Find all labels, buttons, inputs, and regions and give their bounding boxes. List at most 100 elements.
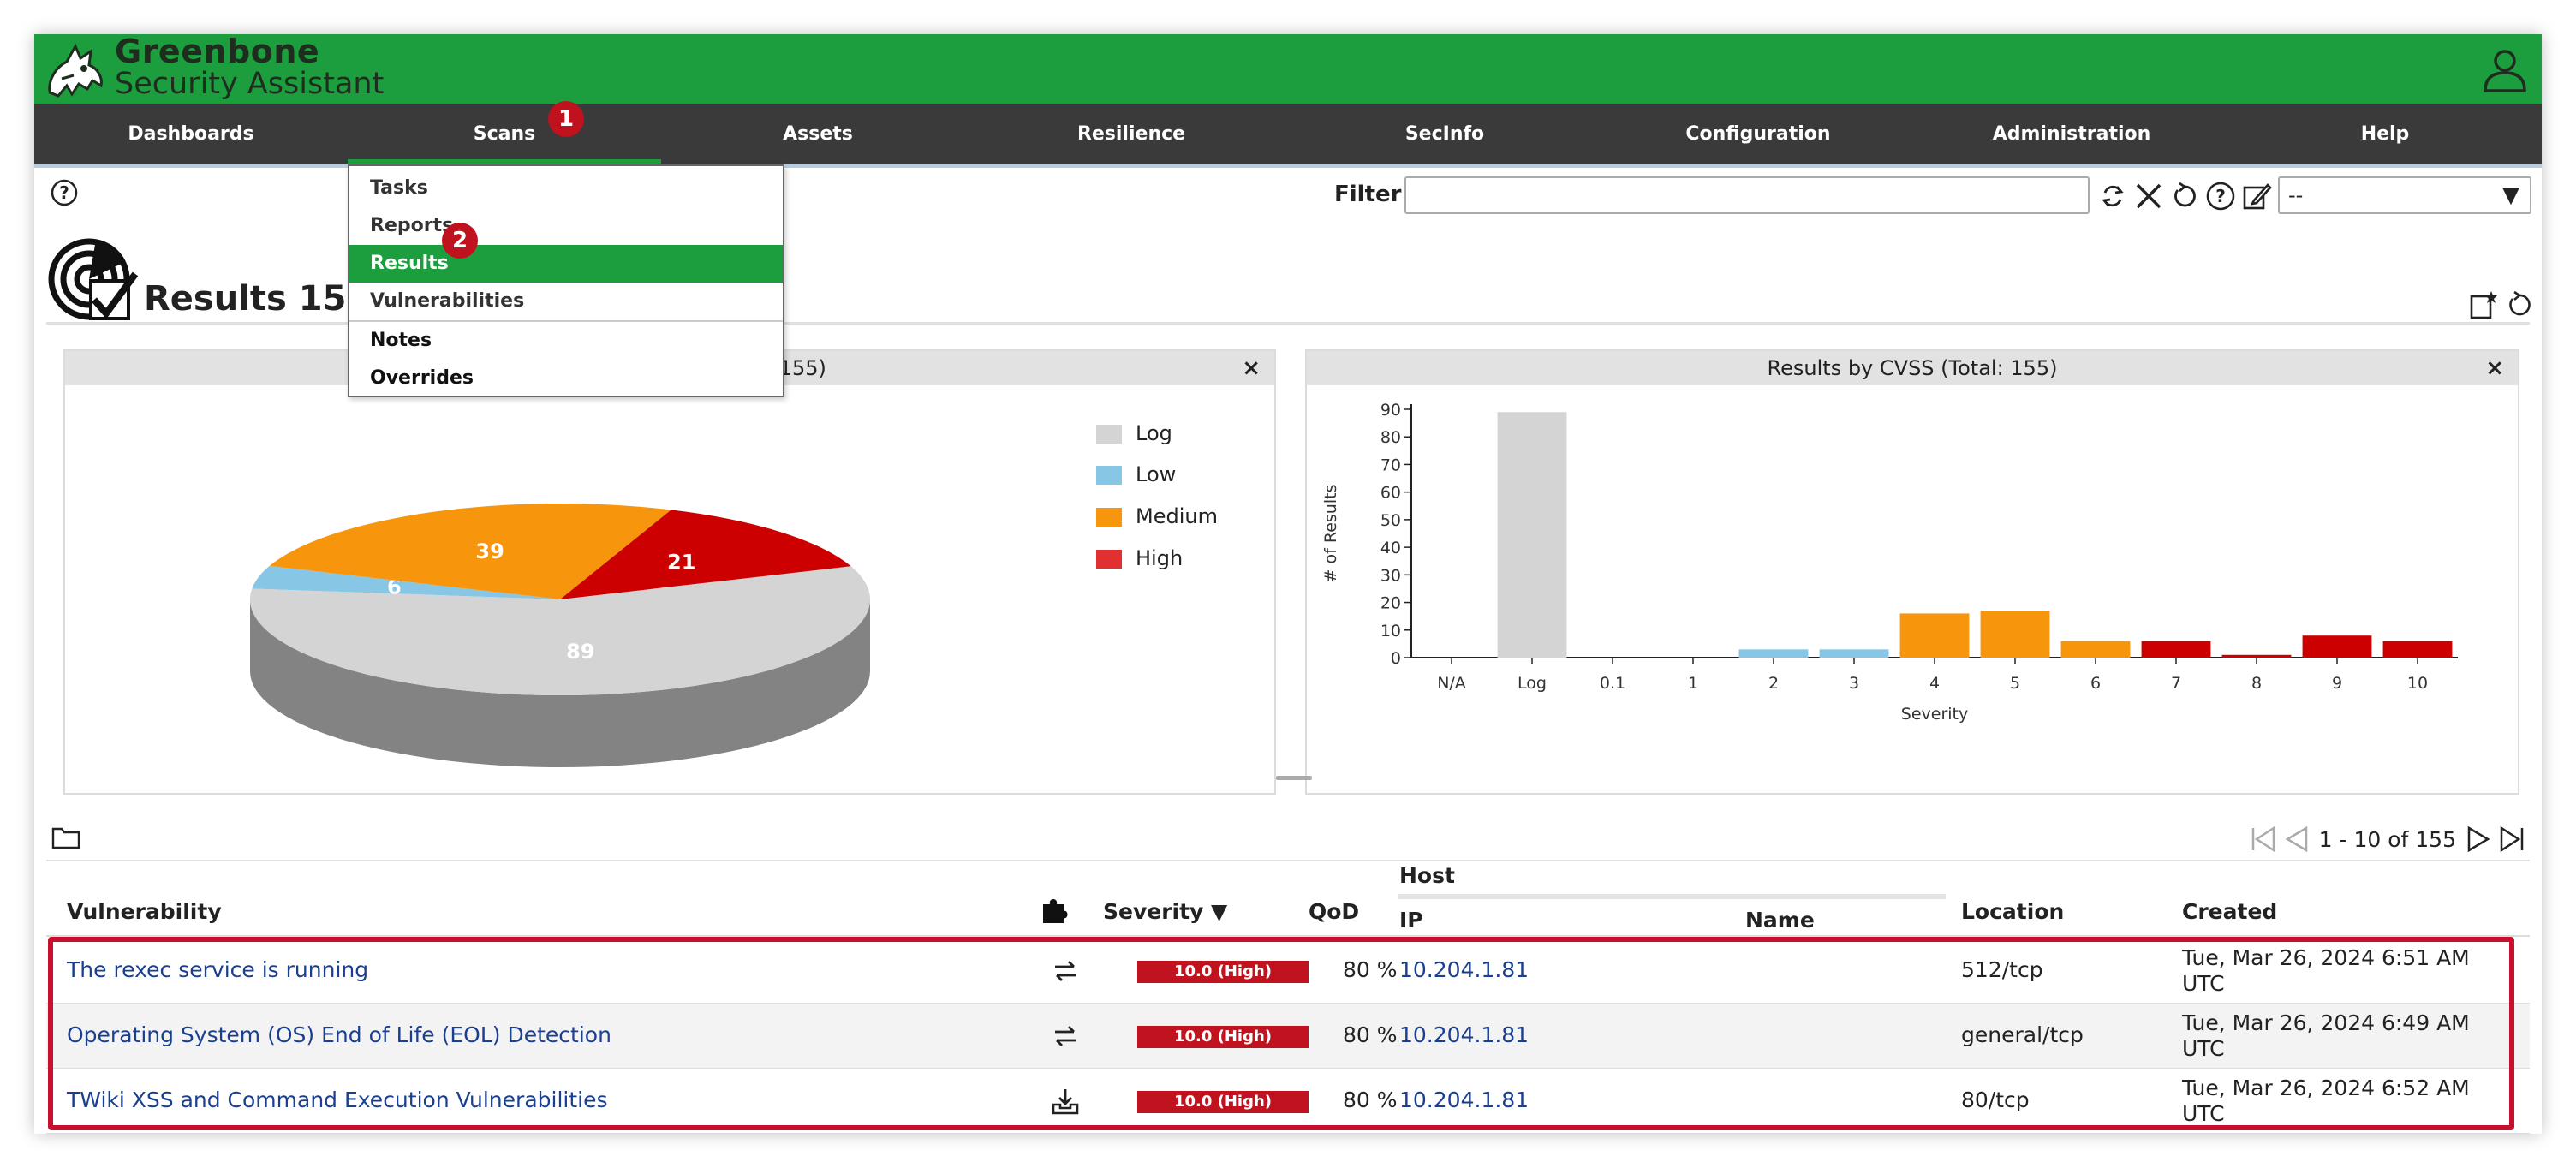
filter-input[interactable] <box>1404 176 2090 214</box>
solution-type-puzzle-icon <box>1043 899 1068 923</box>
legend-swatch-high <box>1096 550 1122 569</box>
col-ip[interactable]: IP <box>1399 908 1423 933</box>
reset-dashboard-icon[interactable] <box>2504 289 2535 320</box>
x-axis-label: Severity <box>1901 705 1968 724</box>
table-top-divider <box>46 860 2530 861</box>
menu-item-vulnerabilities[interactable]: Vulnerabilities <box>349 283 783 320</box>
svg-text:?: ? <box>2215 186 2226 206</box>
nav-resilience[interactable]: Resilience <box>975 104 1288 164</box>
col-severity[interactable]: Severity ▼ <box>1103 899 1227 924</box>
previous-page-icon[interactable] <box>2282 825 2311 854</box>
nav-dashboards[interactable]: Dashboards <box>34 104 348 164</box>
nav-configuration[interactable]: Configuration <box>1601 104 1915 164</box>
brand-line-1: Greenbone <box>115 34 320 70</box>
bar-6[interactable] <box>2060 641 2131 658</box>
filter-select[interactable]: -- ▼ <box>2278 176 2531 214</box>
col-qod[interactable]: QoD <box>1309 899 1359 924</box>
nav-secinfo[interactable]: SecInfo <box>1288 104 1601 164</box>
nav-administration[interactable]: Administration <box>1915 104 2228 164</box>
y-tick-label: 20 <box>1380 594 1401 613</box>
svg-text:?: ? <box>59 182 69 203</box>
y-tick-label: 50 <box>1380 511 1401 530</box>
folder-icon[interactable] <box>51 824 80 849</box>
nav-scans[interactable]: Scans <box>348 104 661 164</box>
menu-item-reports[interactable]: Reports <box>349 207 783 245</box>
bar-chart-plot: 0 10 20 30 40 50 60 70 80 90 N/A Log 0.1 1 2 3 4 5 6 7 8 9 10 S… <box>1321 401 2458 724</box>
scans-dropdown-menu: Tasks Reports Results Vulnerabilities No… <box>348 164 784 397</box>
first-page-icon[interactable] <box>2248 825 2277 854</box>
close-panel-icon[interactable]: × <box>2485 351 2504 385</box>
legend-label: High <box>1136 546 1184 570</box>
reset-filter-icon[interactable] <box>2168 180 2201 212</box>
panel-header: Results by CVSS (Total: 155) × <box>1307 351 2518 385</box>
bar-8[interactable] <box>2221 654 2292 658</box>
y-tick-label: 70 <box>1380 456 1401 474</box>
brand-title: Greenbone Security Assistant <box>115 34 384 99</box>
bar-2[interactable] <box>1738 649 1809 658</box>
x-tick-label: 4 <box>1929 674 1940 693</box>
x-tick-label: 5 <box>2010 674 2020 693</box>
x-tick-label: 9 <box>2332 674 2342 693</box>
bar-10[interactable] <box>2382 641 2453 658</box>
legend-label: Log <box>1136 421 1172 445</box>
app-window: Greenbone Security Assistant Dashboards … <box>34 34 2542 1134</box>
results-radar-icon <box>48 238 139 320</box>
greenbone-dragon-logo-icon[interactable] <box>41 36 115 103</box>
legend-swatch-medium <box>1096 508 1122 527</box>
legend-low: Low <box>1096 462 1176 486</box>
y-tick-label: 60 <box>1380 484 1401 503</box>
next-page-icon[interactable] <box>2464 825 2493 854</box>
bar-7[interactable] <box>2141 641 2211 658</box>
refresh-filter-icon[interactable] <box>2096 180 2129 212</box>
bar-4[interactable] <box>1899 613 1970 658</box>
y-tick-label: 90 <box>1380 401 1401 420</box>
menu-item-tasks[interactable]: Tasks <box>349 170 783 207</box>
clear-filter-icon[interactable] <box>2132 180 2165 212</box>
x-tick-label: 2 <box>1768 674 1779 693</box>
x-tick-label: 0.1 <box>1600 674 1625 693</box>
x-tick-label: 8 <box>2251 674 2262 693</box>
col-created[interactable]: Created <box>2182 899 2277 924</box>
legend-swatch-low <box>1096 466 1122 485</box>
cvss-bar-chart: 0 10 20 30 40 50 60 70 80 90 N/A Log 0.1 1 2 3 4 5 6 7 8 9 10 S… <box>1321 401 2458 724</box>
pagination-text: 1 - 10 of 155 <box>2318 826 2456 852</box>
pie-data-label: 89 <box>566 640 594 664</box>
bar-3[interactable] <box>1819 649 1889 658</box>
panel-title: Results by CVSS (Total: 155) <box>1767 356 2058 380</box>
top-bar: Greenbone Security Assistant <box>34 34 2542 104</box>
filter-select-value: -- <box>2288 183 2304 207</box>
bar-Log[interactable] <box>1497 412 1567 658</box>
menu-item-results[interactable]: Results <box>349 245 783 283</box>
results-by-cvss-panel: Results by CVSS (Total: 155) × 0 10 20 30 40… <box>1305 349 2519 795</box>
col-location[interactable]: Location <box>1961 899 2064 924</box>
x-tick-label: 10 <box>2407 674 2428 693</box>
col-name[interactable]: Name <box>1745 908 1815 933</box>
x-tick-label: 6 <box>2090 674 2101 693</box>
step-badge-2: 2 <box>442 223 478 259</box>
menu-item-overrides[interactable]: Overrides <box>349 360 783 397</box>
help-icon[interactable]: ? <box>50 178 79 207</box>
bar-5[interactable] <box>1980 611 2050 658</box>
nav-help[interactable]: Help <box>2228 104 2542 164</box>
filter-label: Filter <box>1334 182 1402 207</box>
resize-handle[interactable] <box>1276 776 1312 780</box>
pie-3d: 89639 21 <box>249 504 870 767</box>
main-nav: Dashboards Scans Assets Resilience SecIn… <box>34 104 2542 164</box>
y-tick-label: 30 <box>1380 566 1401 585</box>
bar-9[interactable] <box>2302 635 2372 658</box>
pie-data-label: 21 <box>667 551 695 575</box>
new-dashboard-icon[interactable] <box>2468 289 2499 320</box>
results-by-severity-panel: : 155) × 89 6 39 21 Log Low Medium High <box>63 349 1276 795</box>
filter-help-icon[interactable]: ? <box>2204 180 2237 212</box>
last-page-icon[interactable] <box>2498 825 2527 854</box>
brand-line-2: Security Assistant <box>115 67 385 101</box>
close-panel-icon[interactable]: × <box>1242 351 1261 385</box>
menu-item-notes[interactable]: Notes <box>349 322 783 360</box>
x-tick-label: 3 <box>1849 674 1859 693</box>
col-vulnerability[interactable]: Vulnerability <box>67 899 222 924</box>
legend-label: Low <box>1136 462 1177 486</box>
edit-filter-icon[interactable] <box>2240 180 2273 212</box>
nav-assets[interactable]: Assets <box>661 104 975 164</box>
user-profile-icon[interactable] <box>2480 45 2530 94</box>
x-tick-label: N/A <box>1437 674 1466 693</box>
